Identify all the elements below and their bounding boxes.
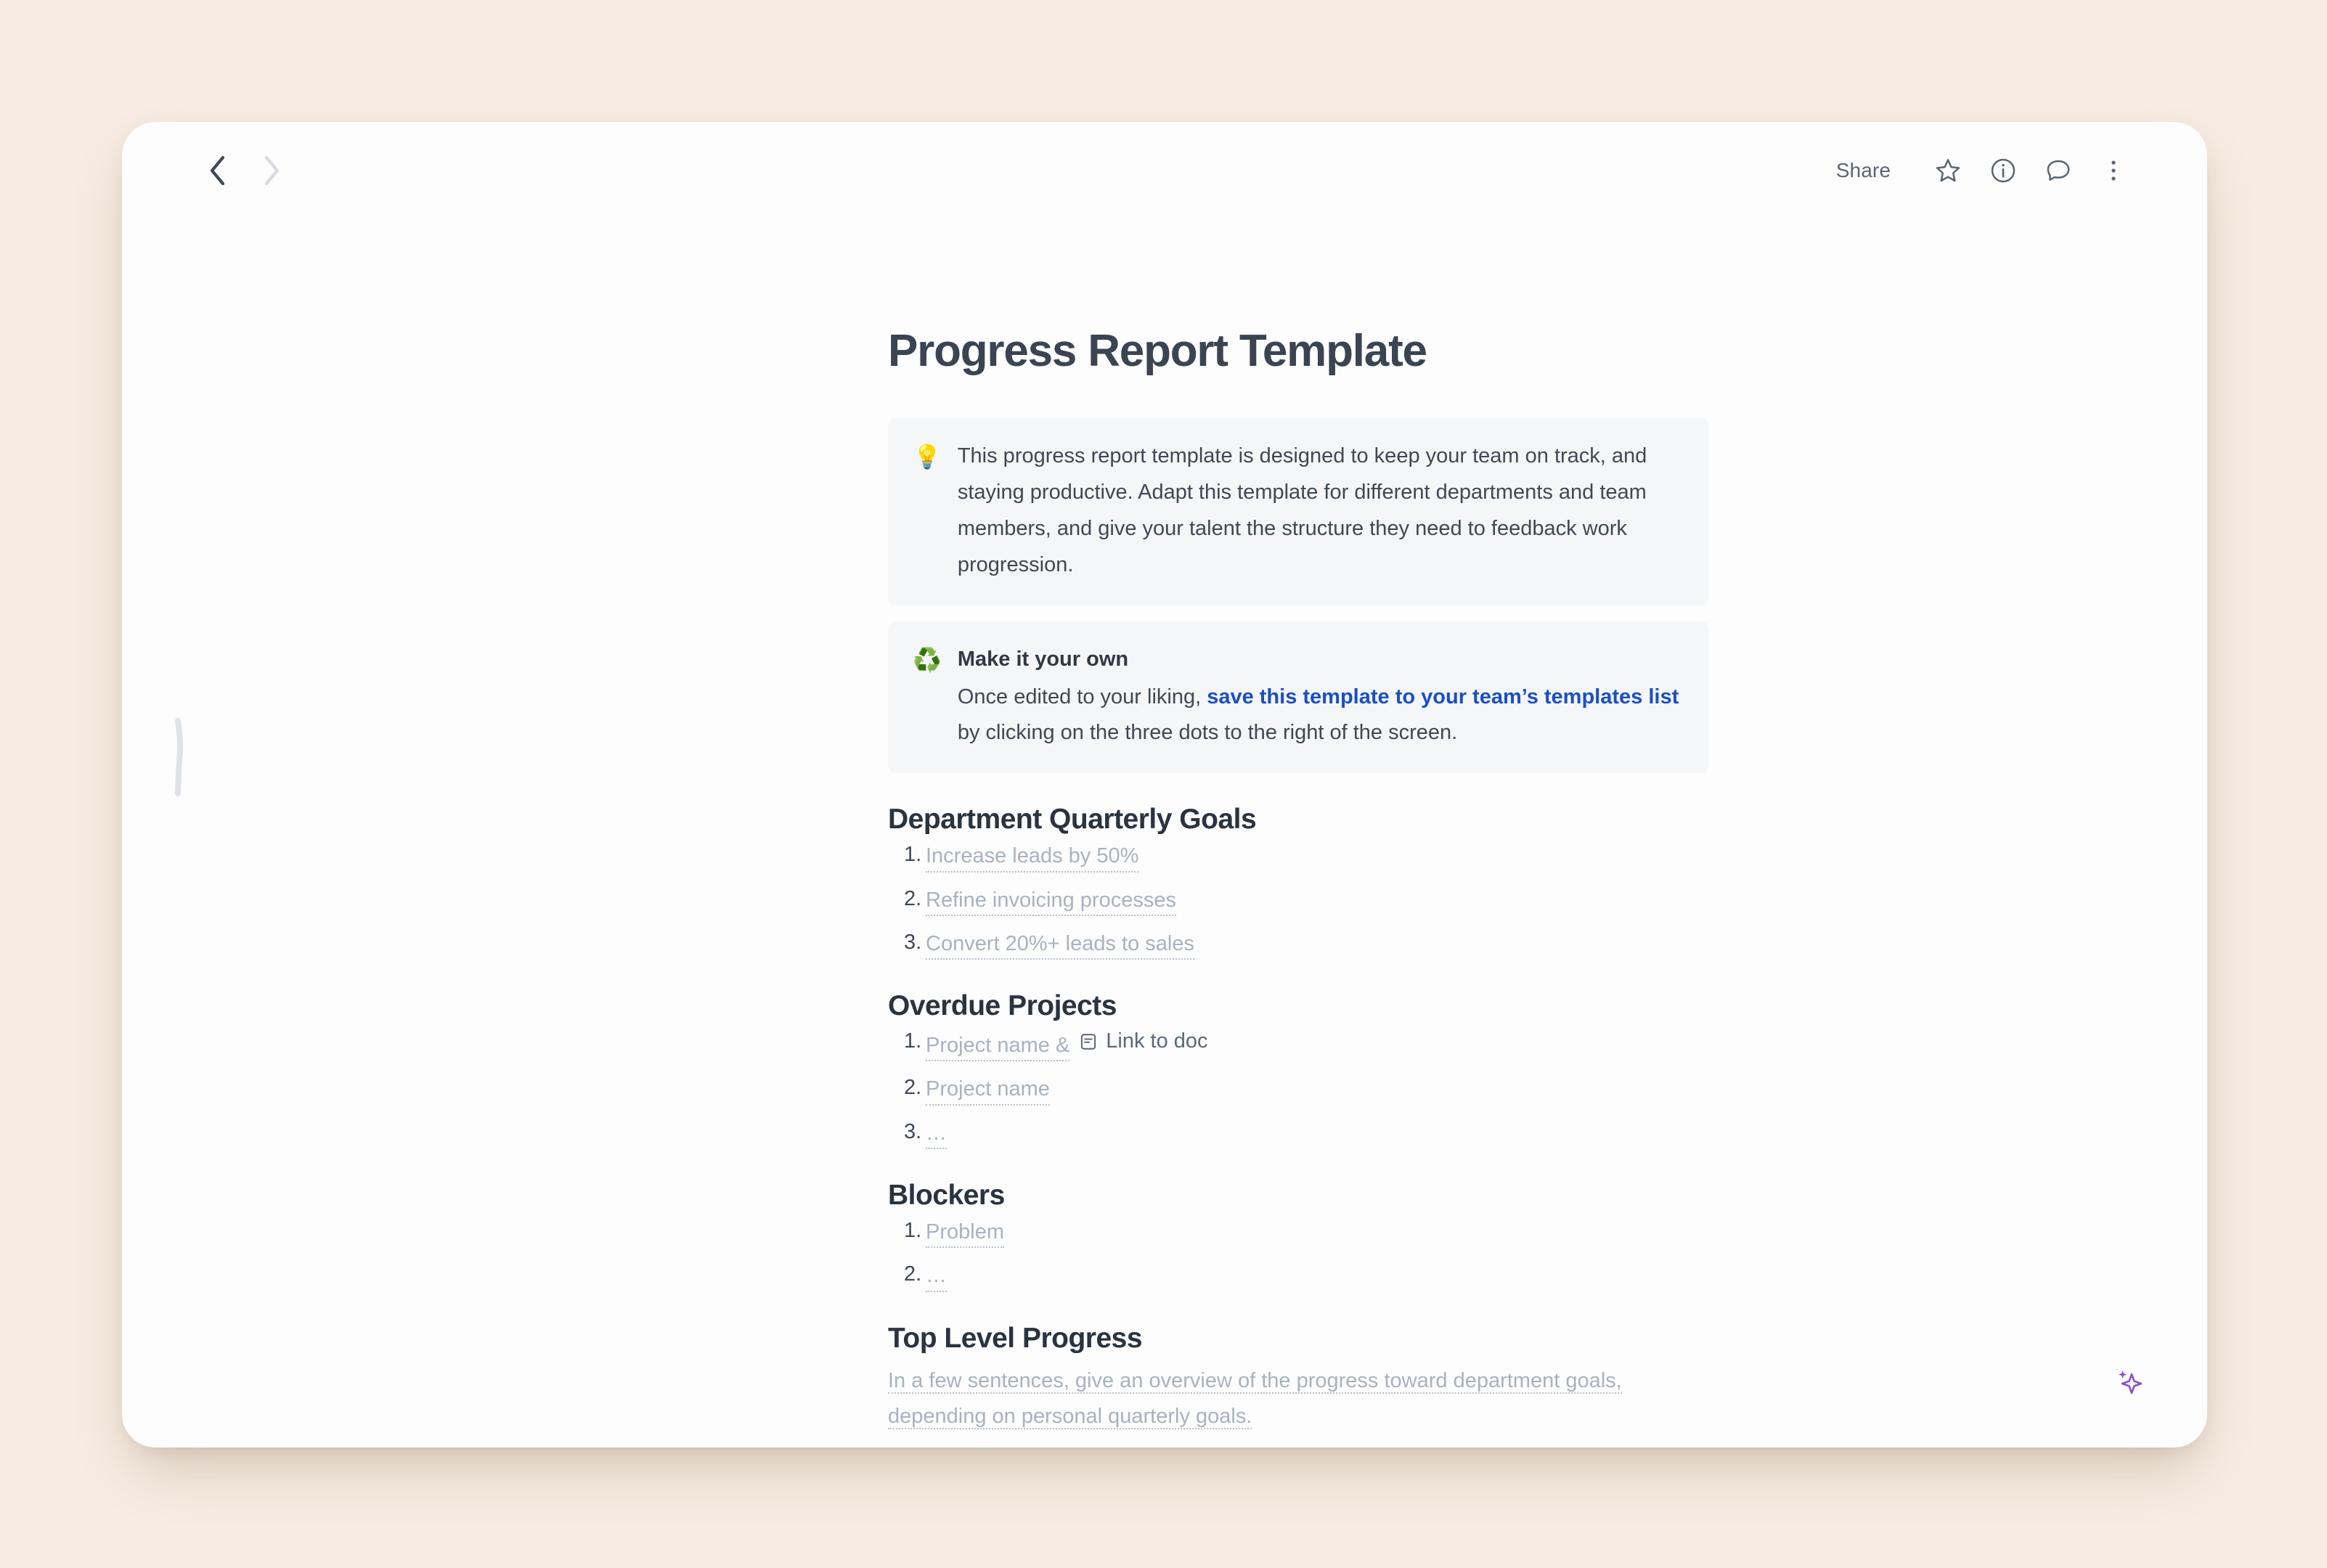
goal-text: Refine invoicing processes	[926, 889, 1176, 916]
info-button[interactable]	[1979, 147, 2027, 195]
callout-tip-text: This progress report template is designe…	[957, 444, 1647, 576]
project-name-text: …	[926, 1122, 947, 1149]
callout-text-after: by clicking on the three dots to the rig…	[957, 721, 1458, 745]
goal-text: Convert 20%+ leads to sales	[926, 932, 1194, 960]
drag-handle-icon	[175, 718, 184, 796]
ai-assistant-button[interactable]	[2113, 1366, 2145, 1398]
share-button[interactable]: Share	[1816, 159, 1911, 182]
star-icon	[1936, 159, 1960, 182]
list-overdue-projects: Project name & Link to doc Project name …	[888, 1031, 1708, 1149]
list-item[interactable]: Project name	[888, 1077, 1708, 1106]
sidebar-resize-handle[interactable]	[174, 717, 184, 797]
list-item[interactable]: Project name & Link to doc	[888, 1029, 1708, 1062]
list-blockers: Problem …	[888, 1220, 1708, 1292]
heading-department-quarterly-goals: Department Quarterly Goals	[888, 804, 1257, 836]
more-options-icon	[2111, 160, 2116, 181]
more-options-button[interactable]	[2090, 147, 2138, 195]
forward-button[interactable]	[253, 151, 292, 190]
top-toolbar: Share	[122, 122, 2207, 221]
callout-text-before: Once edited to your liking,	[957, 685, 1207, 709]
document-content: Progress Report Template 💡 This progress…	[888, 326, 1708, 1447]
project-name-text: Project name &	[926, 1034, 1070, 1062]
callout-body-text: Once edited to your liking, save this te…	[958, 679, 1684, 752]
callout-heading: Make it your own	[957, 647, 1129, 671]
toolbar-actions: Share	[1816, 147, 2138, 195]
comment-icon	[2047, 160, 2070, 181]
list-item[interactable]: Refine invoicing processes	[888, 889, 1708, 916]
recycle-emoji: ♻️	[913, 646, 942, 673]
top-level-progress-paragraph[interactable]: In a few sentences, give an overview of …	[888, 1363, 1712, 1436]
chevron-left-icon	[210, 155, 225, 186]
blocker-text: Problem	[926, 1220, 1004, 1249]
heading-blockers: Blockers	[888, 1179, 1005, 1211]
link-to-doc-button[interactable]: Link to doc	[1078, 1029, 1208, 1053]
back-button[interactable]	[197, 151, 237, 190]
list-item[interactable]: …	[888, 1264, 1708, 1292]
ai-sparkle-icon	[2119, 1371, 2143, 1395]
list-item[interactable]: Convert 20%+ leads to sales	[888, 932, 1708, 960]
save-template-link[interactable]: save this template to your team’s templa…	[1207, 685, 1679, 709]
project-name-text: Project name	[926, 1077, 1050, 1106]
page-title: Progress Report Template	[888, 326, 1427, 376]
favorite-button[interactable]	[1924, 147, 1972, 195]
document-icon	[1081, 1034, 1096, 1050]
chevron-right-icon	[264, 155, 280, 186]
document-window: Share Progress Report Template 💡 This pr…	[122, 122, 2207, 1447]
heading-overdue-projects: Overdue Projects	[888, 990, 1117, 1022]
link-to-doc-label: Link to doc	[1106, 1029, 1208, 1053]
list-item[interactable]: Problem	[888, 1220, 1708, 1249]
comments-button[interactable]	[2034, 147, 2082, 195]
list-item[interactable]: …	[888, 1122, 1708, 1149]
callout-tip: 💡 This progress report template is desig…	[888, 418, 1708, 605]
goal-text: Increase leads by 50%	[926, 844, 1139, 873]
list-item[interactable]: Increase leads by 50%	[888, 844, 1708, 873]
heading-top-level-progress: Top Level Progress	[888, 1322, 1143, 1354]
navigation-arrows	[197, 151, 292, 190]
list-department-goals: Increase leads by 50% Refine invoicing p…	[888, 844, 1708, 960]
progress-placeholder-text: In a few sentences, give an overview of …	[888, 1368, 1622, 1430]
info-icon	[1991, 158, 2016, 183]
blocker-text: …	[926, 1264, 947, 1292]
callout-make-it-your-own: ♻️ Make it your own Once edited to your …	[888, 621, 1708, 774]
light-bulb-emoji: 💡	[913, 444, 942, 470]
